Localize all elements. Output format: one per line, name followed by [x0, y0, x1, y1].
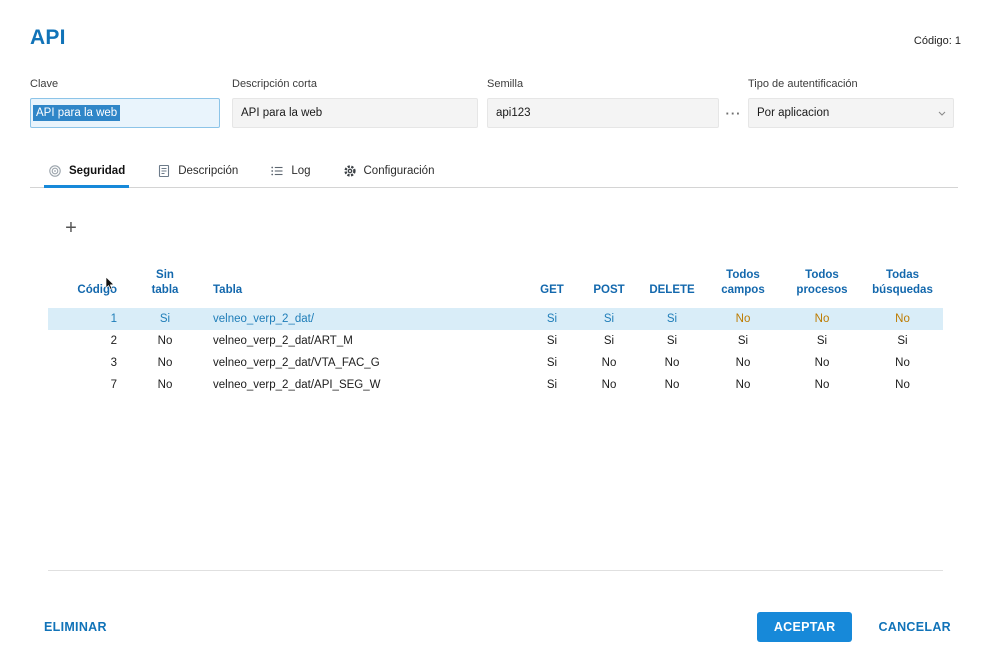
fingerprint-icon — [48, 164, 62, 178]
cell-todas-busquedas[interactable]: No — [862, 308, 943, 330]
clave-input[interactable]: API para la web — [30, 98, 220, 128]
tab-descripcion[interactable]: Descripción — [153, 164, 242, 187]
accept-button[interactable]: ACEPTAR — [757, 612, 853, 642]
cell-tabla[interactable]: velneo_verp_2_dat/API_SEG_W — [205, 374, 526, 396]
cell-get[interactable]: Si — [526, 330, 578, 352]
cell-todos-procesos[interactable]: No — [782, 374, 862, 396]
tab-configuracion-label: Configuración — [364, 165, 435, 177]
tipo-autentificacion-select[interactable]: Por aplicacion — [748, 98, 954, 128]
cell-todas-busquedas[interactable]: No — [862, 374, 943, 396]
semilla-more-button[interactable]: ··· — [722, 104, 746, 123]
cell-sin-tabla[interactable]: Si — [125, 308, 205, 330]
cell-todos-campos[interactable]: Si — [704, 330, 782, 352]
column-header-get[interactable]: GET — [526, 262, 578, 308]
column-header-tabla[interactable]: Tabla — [205, 262, 526, 308]
cell-delete[interactable]: Si — [640, 308, 704, 330]
field-semilla: Semilla — [487, 78, 719, 128]
cell-delete[interactable]: Si — [640, 330, 704, 352]
cell-get[interactable]: Si — [526, 374, 578, 396]
table-row[interactable]: 1 Si velneo_verp_2_dat/ Si Si Si No No N… — [48, 308, 943, 330]
cancel-button[interactable]: CANCELAR — [876, 614, 953, 640]
cell-todos-campos[interactable]: No — [704, 374, 782, 396]
column-header-todos-procesos[interactable]: Todos procesos — [782, 262, 862, 308]
tipo-autentificacion-value: Por aplicacion — [757, 107, 829, 119]
table-header-row: Código Sin tabla Tabla GET POST DELETE T… — [48, 262, 943, 308]
semilla-label: Semilla — [487, 78, 719, 90]
column-header-delete[interactable]: DELETE — [640, 262, 704, 308]
titlebar: API Código: 1 — [30, 26, 961, 50]
cell-post[interactable]: No — [578, 374, 640, 396]
cell-codigo[interactable]: 7 — [48, 374, 125, 396]
tipo-autentificacion-label: Tipo de autentificación — [748, 78, 954, 90]
column-header-todos-campos[interactable]: Todos campos — [704, 262, 782, 308]
tab-descripcion-label: Descripción — [178, 165, 238, 177]
panel-divider — [48, 570, 943, 571]
column-header-post[interactable]: POST — [578, 262, 640, 308]
tab-bar: Seguridad Descripción Log — [30, 156, 958, 188]
cell-todas-busquedas[interactable]: No — [862, 352, 943, 374]
tab-seguridad-label: Seguridad — [69, 165, 125, 177]
field-tipo-autentificacion: Tipo de autentificación Por aplicacion — [748, 78, 954, 128]
cell-sin-tabla[interactable]: No — [125, 374, 205, 396]
cell-tabla[interactable]: velneo_verp_2_dat/ART_M — [205, 330, 526, 352]
tab-seguridad[interactable]: Seguridad — [44, 164, 129, 187]
cell-tabla[interactable]: velneo_verp_2_dat/VTA_FAC_G — [205, 352, 526, 374]
list-icon — [270, 164, 284, 178]
cell-sin-tabla[interactable]: No — [125, 352, 205, 374]
field-clave: Clave API para la web — [30, 78, 220, 128]
column-header-sin-tabla[interactable]: Sin tabla — [125, 262, 205, 308]
table-row[interactable]: 3 No velneo_verp_2_dat/VTA_FAC_G Si No N… — [48, 352, 943, 374]
cell-sin-tabla[interactable]: No — [125, 330, 205, 352]
cell-delete[interactable]: No — [640, 374, 704, 396]
descripcion-corta-input[interactable] — [232, 98, 478, 128]
cell-get[interactable]: Si — [526, 308, 578, 330]
gear-icon — [343, 164, 357, 178]
cell-codigo[interactable]: 3 — [48, 352, 125, 374]
cell-post[interactable]: No — [578, 352, 640, 374]
cell-tabla[interactable]: velneo_verp_2_dat/ — [205, 308, 526, 330]
clave-label: Clave — [30, 78, 220, 90]
cell-delete[interactable]: No — [640, 352, 704, 374]
chevron-down-icon — [938, 111, 946, 116]
cell-post[interactable]: Si — [578, 308, 640, 330]
cell-todos-campos[interactable]: No — [704, 352, 782, 374]
table-row[interactable]: 2 No velneo_verp_2_dat/ART_M Si Si Si Si… — [48, 330, 943, 352]
semilla-input[interactable] — [487, 98, 719, 128]
cell-todos-procesos[interactable]: No — [782, 352, 862, 374]
column-header-codigo[interactable]: Código — [48, 262, 125, 308]
descripcion-corta-label: Descripción corta — [232, 78, 478, 90]
code-badge: Código: 1 — [914, 35, 961, 50]
cell-codigo[interactable]: 1 — [48, 308, 125, 330]
column-header-todas-busquedas[interactable]: Todas búsquedas — [862, 262, 943, 308]
delete-button[interactable]: ELIMINAR — [42, 614, 109, 640]
cell-get[interactable]: Si — [526, 352, 578, 374]
cell-todos-campos[interactable]: No — [704, 308, 782, 330]
clave-selected-text: API para la web — [33, 105, 120, 121]
field-descripcion-corta: Descripción corta — [232, 78, 478, 128]
api-editor-window: API Código: 1 Clave API para la web Desc… — [0, 0, 987, 656]
tab-configuracion[interactable]: Configuración — [339, 164, 439, 187]
document-icon — [157, 164, 171, 178]
footer-bar: ELIMINAR ACEPTAR CANCELAR — [42, 612, 953, 642]
tab-log-label: Log — [291, 165, 310, 177]
page-title: API — [30, 26, 66, 50]
form-row: Clave API para la web Descripción corta … — [30, 78, 954, 128]
semilla-more-wrap: ··· — [719, 98, 748, 128]
cell-todos-procesos[interactable]: Si — [782, 330, 862, 352]
tab-log[interactable]: Log — [266, 164, 314, 187]
cell-todas-busquedas[interactable]: Si — [862, 330, 943, 352]
security-table: Código Sin tabla Tabla GET POST DELETE T… — [48, 262, 943, 396]
add-row-button[interactable]: + — [58, 215, 84, 241]
cell-codigo[interactable]: 2 — [48, 330, 125, 352]
cell-post[interactable]: Si — [578, 330, 640, 352]
table-row[interactable]: 7 No velneo_verp_2_dat/API_SEG_W Si No N… — [48, 374, 943, 396]
cell-todos-procesos[interactable]: No — [782, 308, 862, 330]
